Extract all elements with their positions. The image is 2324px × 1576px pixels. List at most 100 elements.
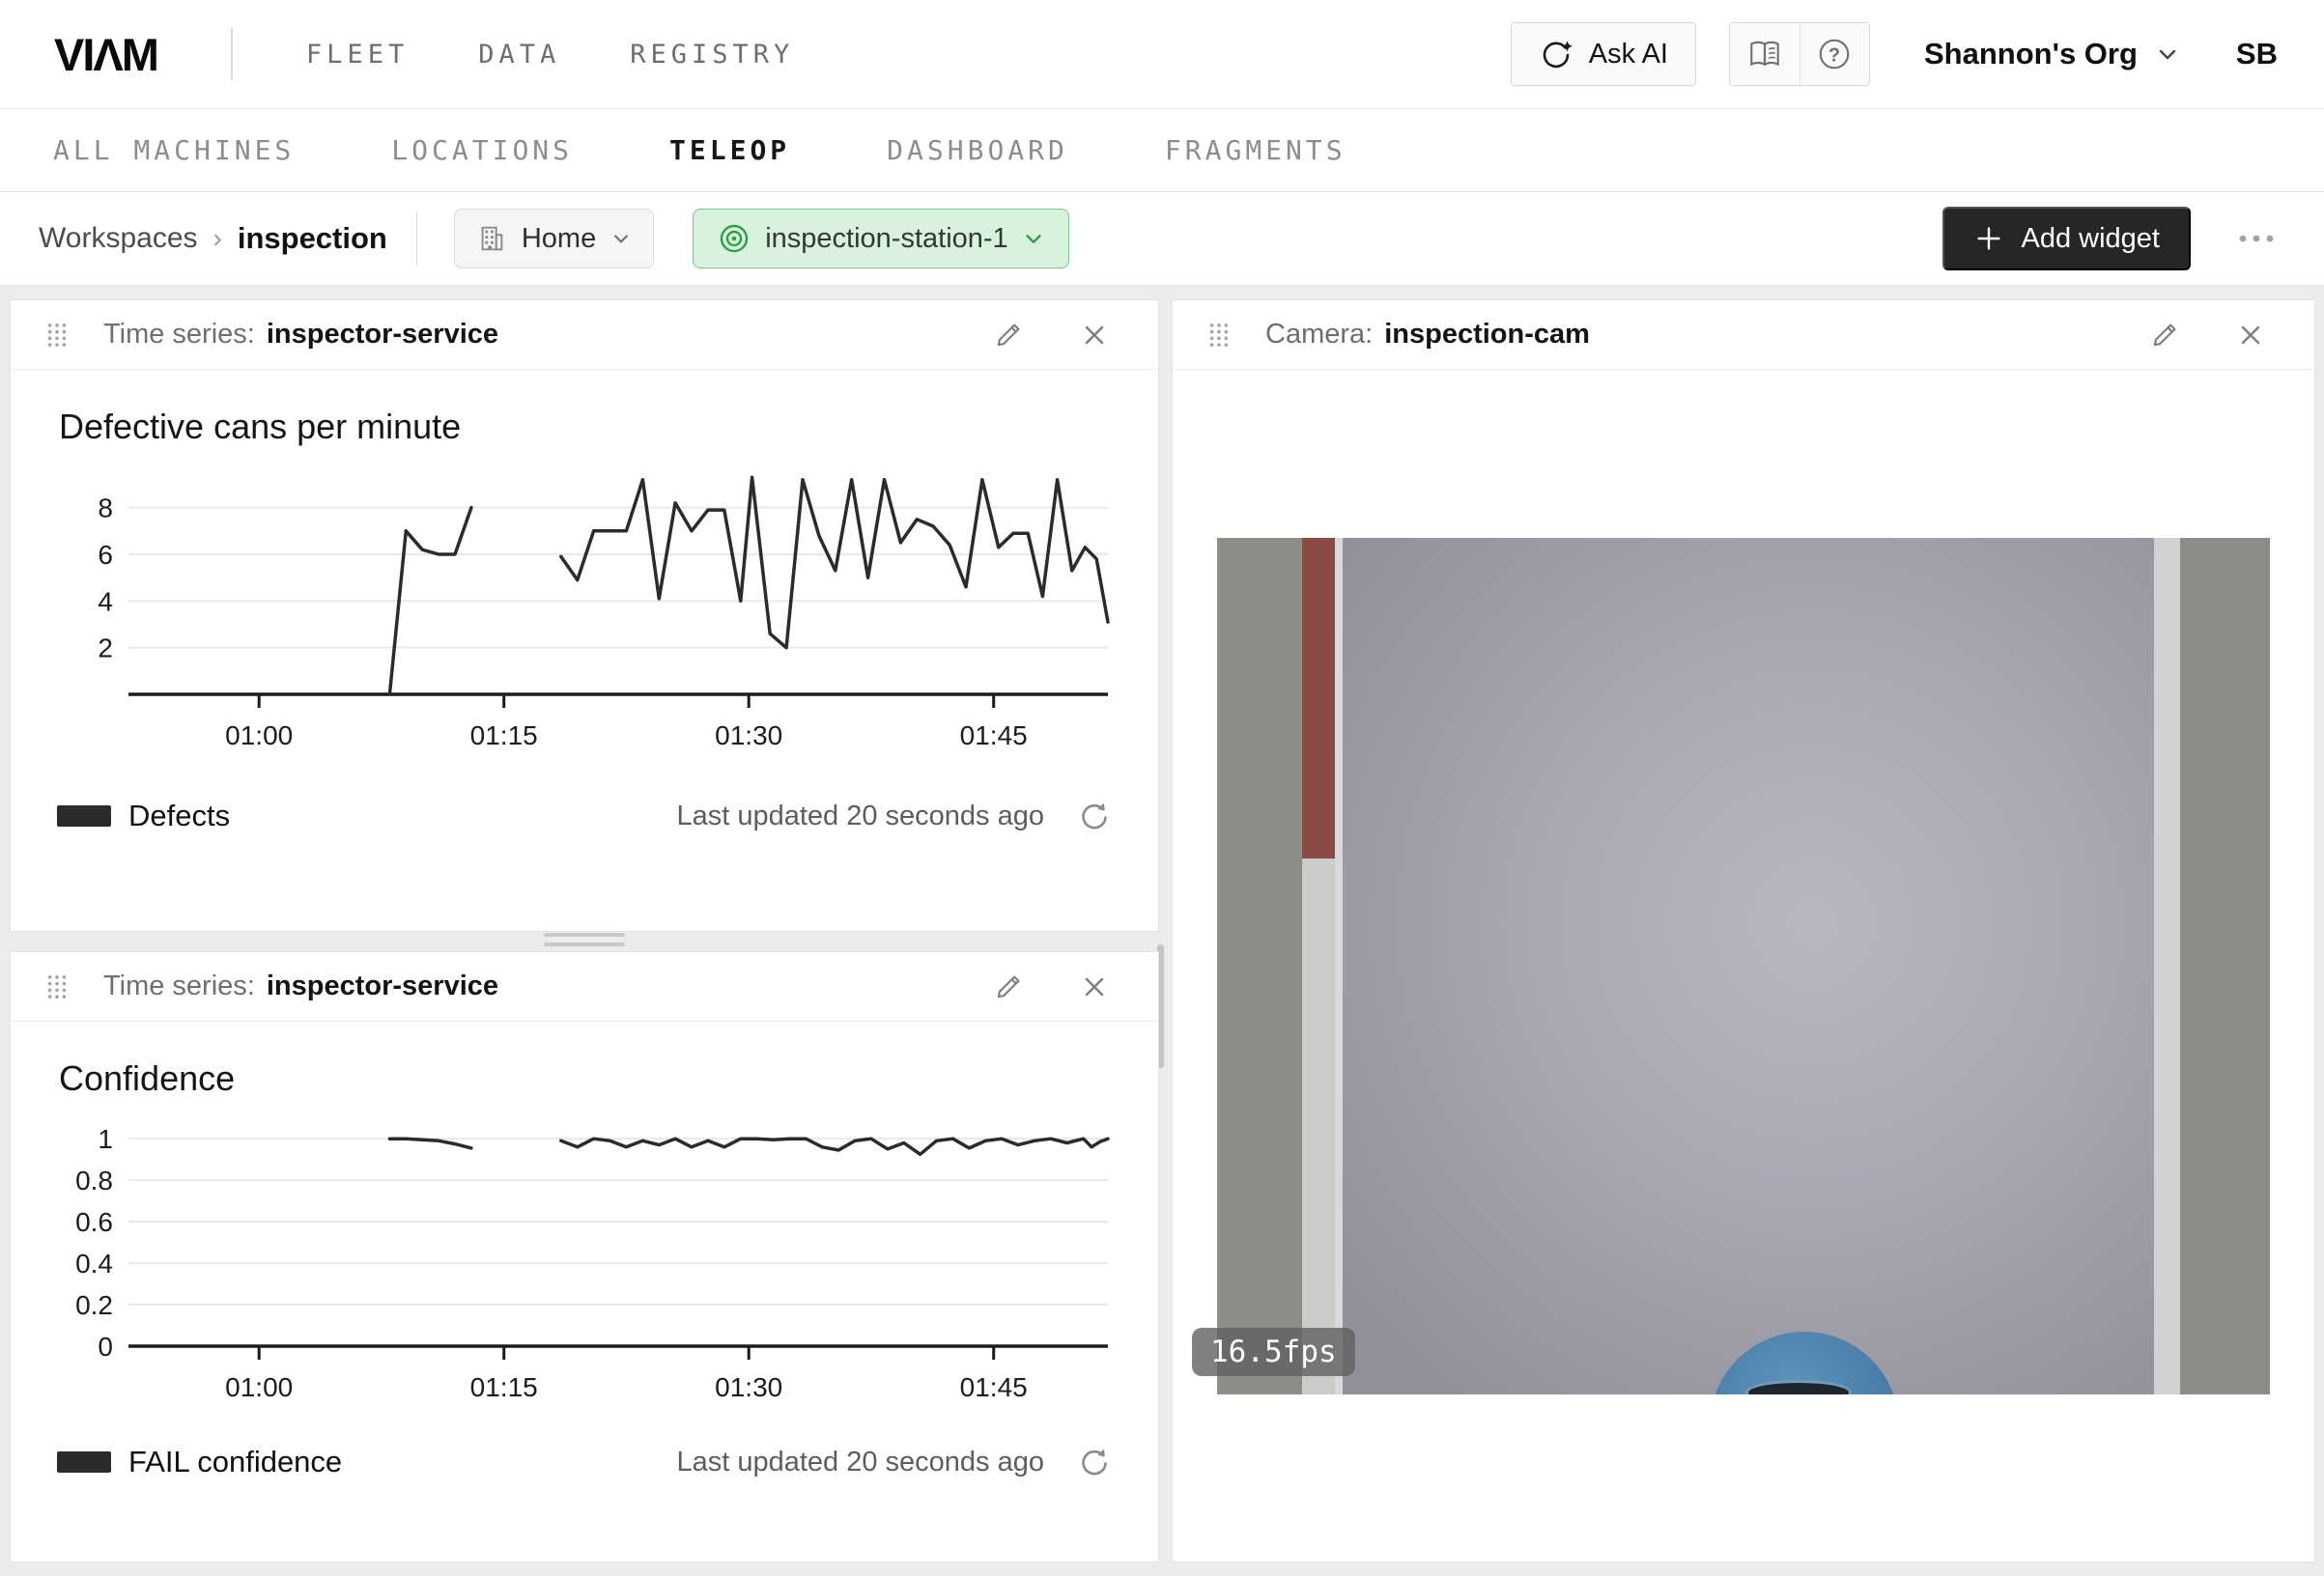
- edit-widget-button[interactable]: [992, 319, 1025, 352]
- primary-nav: FLEET DATA REGISTRY: [306, 40, 794, 70]
- breadcrumb-current-workspace: inspection: [238, 221, 387, 256]
- svg-text:01:15: 01:15: [470, 720, 538, 750]
- tab-dashboard[interactable]: DASHBOARD: [887, 134, 1068, 166]
- chart-title: Defective cans per minute: [59, 407, 1112, 447]
- add-widget-label: Add widget: [2022, 223, 2161, 255]
- nav-item-fleet[interactable]: FLEET: [306, 40, 409, 70]
- legend-row: FAIL confidence Last updated 20 seconds …: [57, 1445, 1112, 1479]
- last-updated-text: Last updated 20 seconds ago: [676, 801, 1044, 832]
- workspace-toolbar: Workspaces › inspection Home inspection-…: [0, 192, 2324, 286]
- camera-widget: Camera: inspection-cam: [1172, 299, 2315, 1562]
- chart-title: Confidence: [59, 1058, 1112, 1099]
- widget-resource-name: inspector-service: [267, 319, 498, 351]
- svg-text:?: ?: [1828, 44, 1840, 66]
- tab-locations[interactable]: LOCATIONS: [391, 134, 573, 166]
- org-name: Shannon's Org: [1924, 37, 2138, 71]
- svg-text:0: 0: [98, 1332, 113, 1362]
- camera-stream: 16.5fps: [1217, 538, 2270, 1394]
- svg-text:01:15: 01:15: [470, 1372, 538, 1402]
- camera-left-stripe-lower: [1302, 858, 1335, 1394]
- close-widget-button[interactable]: [1079, 971, 1110, 1002]
- defects-line-chart: 864201:0001:1501:3001:45: [57, 455, 1114, 754]
- help-button[interactable]: ?: [1800, 23, 1869, 85]
- svg-text:01:00: 01:00: [225, 1372, 293, 1402]
- camera-left-edge-stripe: [1335, 538, 1343, 1394]
- nav-item-data[interactable]: DATA: [478, 40, 560, 70]
- svg-text:01:00: 01:00: [225, 720, 293, 750]
- chevron-down-icon: [610, 228, 632, 249]
- org-switcher[interactable]: Shannon's Org: [1924, 37, 2180, 71]
- svg-text:0.6: 0.6: [75, 1207, 113, 1237]
- location-label: Home: [522, 223, 596, 255]
- user-avatar[interactable]: SB: [2236, 37, 2278, 71]
- plus-icon: [1973, 223, 2004, 254]
- close-widget-button[interactable]: [1079, 320, 1110, 351]
- chevron-down-icon: [2155, 42, 2180, 67]
- tab-teleop[interactable]: TELEOP: [669, 134, 790, 166]
- close-widget-button[interactable]: [2235, 320, 2266, 351]
- widget-type-label: Time series:: [103, 319, 255, 351]
- refresh-button[interactable]: [1077, 1445, 1112, 1479]
- svg-text:01:45: 01:45: [960, 1372, 1028, 1402]
- drag-handle-icon[interactable]: [1207, 320, 1231, 351]
- book-icon: [1746, 36, 1783, 72]
- legend-swatch: [57, 1451, 111, 1473]
- edit-widget-button[interactable]: [2148, 319, 2181, 352]
- machine-label: inspection-station-1: [765, 223, 1007, 255]
- refresh-button[interactable]: [1077, 799, 1112, 833]
- svg-text:01:30: 01:30: [715, 1372, 782, 1402]
- camera-frame: [1217, 538, 2270, 1394]
- widget-body: Confidence 10.80.60.40.2001:0001:1501:30…: [11, 1022, 1158, 1562]
- logo-divider: [231, 28, 233, 80]
- camera-left-rail: [1217, 538, 1302, 1394]
- widget-body: Defective cans per minute 864201:0001:15…: [11, 370, 1158, 931]
- chevron-down-icon: [1022, 227, 1045, 250]
- time-series-widget-confidence: Time series: inspector-service Confidenc…: [10, 951, 1159, 1562]
- legend-label: Defects: [128, 799, 230, 833]
- ellipsis-icon: [2235, 229, 2278, 248]
- widget-header: Time series: inspector-service: [11, 952, 1158, 1022]
- help-button-group: ?: [1729, 22, 1870, 86]
- svg-text:8: 8: [98, 493, 113, 523]
- ask-ai-label: Ask AI: [1589, 39, 1668, 70]
- docs-button[interactable]: [1730, 23, 1800, 85]
- building-icon: [476, 223, 507, 254]
- drag-handle-icon[interactable]: [45, 320, 69, 351]
- machine-selector[interactable]: inspection-station-1: [693, 209, 1068, 268]
- tab-all-machines[interactable]: ALL MACHINES: [53, 134, 295, 166]
- tab-fragments[interactable]: FRAGMENTS: [1165, 134, 1346, 166]
- svg-text:0.2: 0.2: [75, 1290, 113, 1320]
- viam-logo[interactable]: VIΛM: [54, 28, 157, 81]
- add-widget-button[interactable]: Add widget: [1942, 207, 2192, 270]
- svg-text:1: 1: [98, 1124, 113, 1154]
- location-selector[interactable]: Home: [454, 209, 654, 268]
- camera-body: 16.5fps: [1173, 370, 2314, 1562]
- ask-ai-button[interactable]: Ask AI: [1511, 22, 1696, 86]
- teleop-page: VIΛM FLEET DATA REGISTRY Ask AI ?: [0, 0, 2324, 1576]
- svg-text:6: 6: [98, 540, 113, 570]
- ask-ai-icon: [1539, 37, 1573, 71]
- breadcrumb-workspaces[interactable]: Workspaces: [39, 222, 198, 255]
- widget-resource-name: inspection-cam: [1384, 319, 1590, 351]
- edit-widget-button[interactable]: [992, 971, 1025, 1003]
- widget-type-label: Camera:: [1265, 319, 1373, 351]
- widget-header: Camera: inspection-cam: [1173, 300, 2314, 370]
- more-menu-button[interactable]: [2235, 229, 2278, 248]
- camera-belt-surface: [1343, 538, 2154, 1394]
- svg-text:2: 2: [98, 633, 113, 663]
- svg-text:0.4: 0.4: [75, 1249, 113, 1279]
- row-resize-handle[interactable]: [544, 931, 625, 948]
- legend-label: FAIL confidence: [128, 1445, 342, 1479]
- fps-badge: 16.5fps: [1192, 1328, 1355, 1376]
- camera-right-rail: [2180, 538, 2270, 1394]
- camera-red-stripe: [1302, 538, 1335, 858]
- top-bar: VIΛM FLEET DATA REGISTRY Ask AI ?: [0, 0, 2324, 109]
- help-icon: ?: [1816, 36, 1853, 72]
- confidence-line-chart: 10.80.60.40.2001:0001:1501:3001:45: [57, 1107, 1114, 1406]
- drag-handle-icon[interactable]: [45, 971, 69, 1002]
- last-updated-text: Last updated 20 seconds ago: [676, 1447, 1044, 1478]
- nav-item-registry[interactable]: REGISTRY: [630, 40, 794, 70]
- legend-row: Defects Last updated 20 seconds ago: [57, 799, 1112, 833]
- toolbar-divider: [416, 211, 417, 266]
- widget-type-label: Time series:: [103, 971, 255, 1002]
